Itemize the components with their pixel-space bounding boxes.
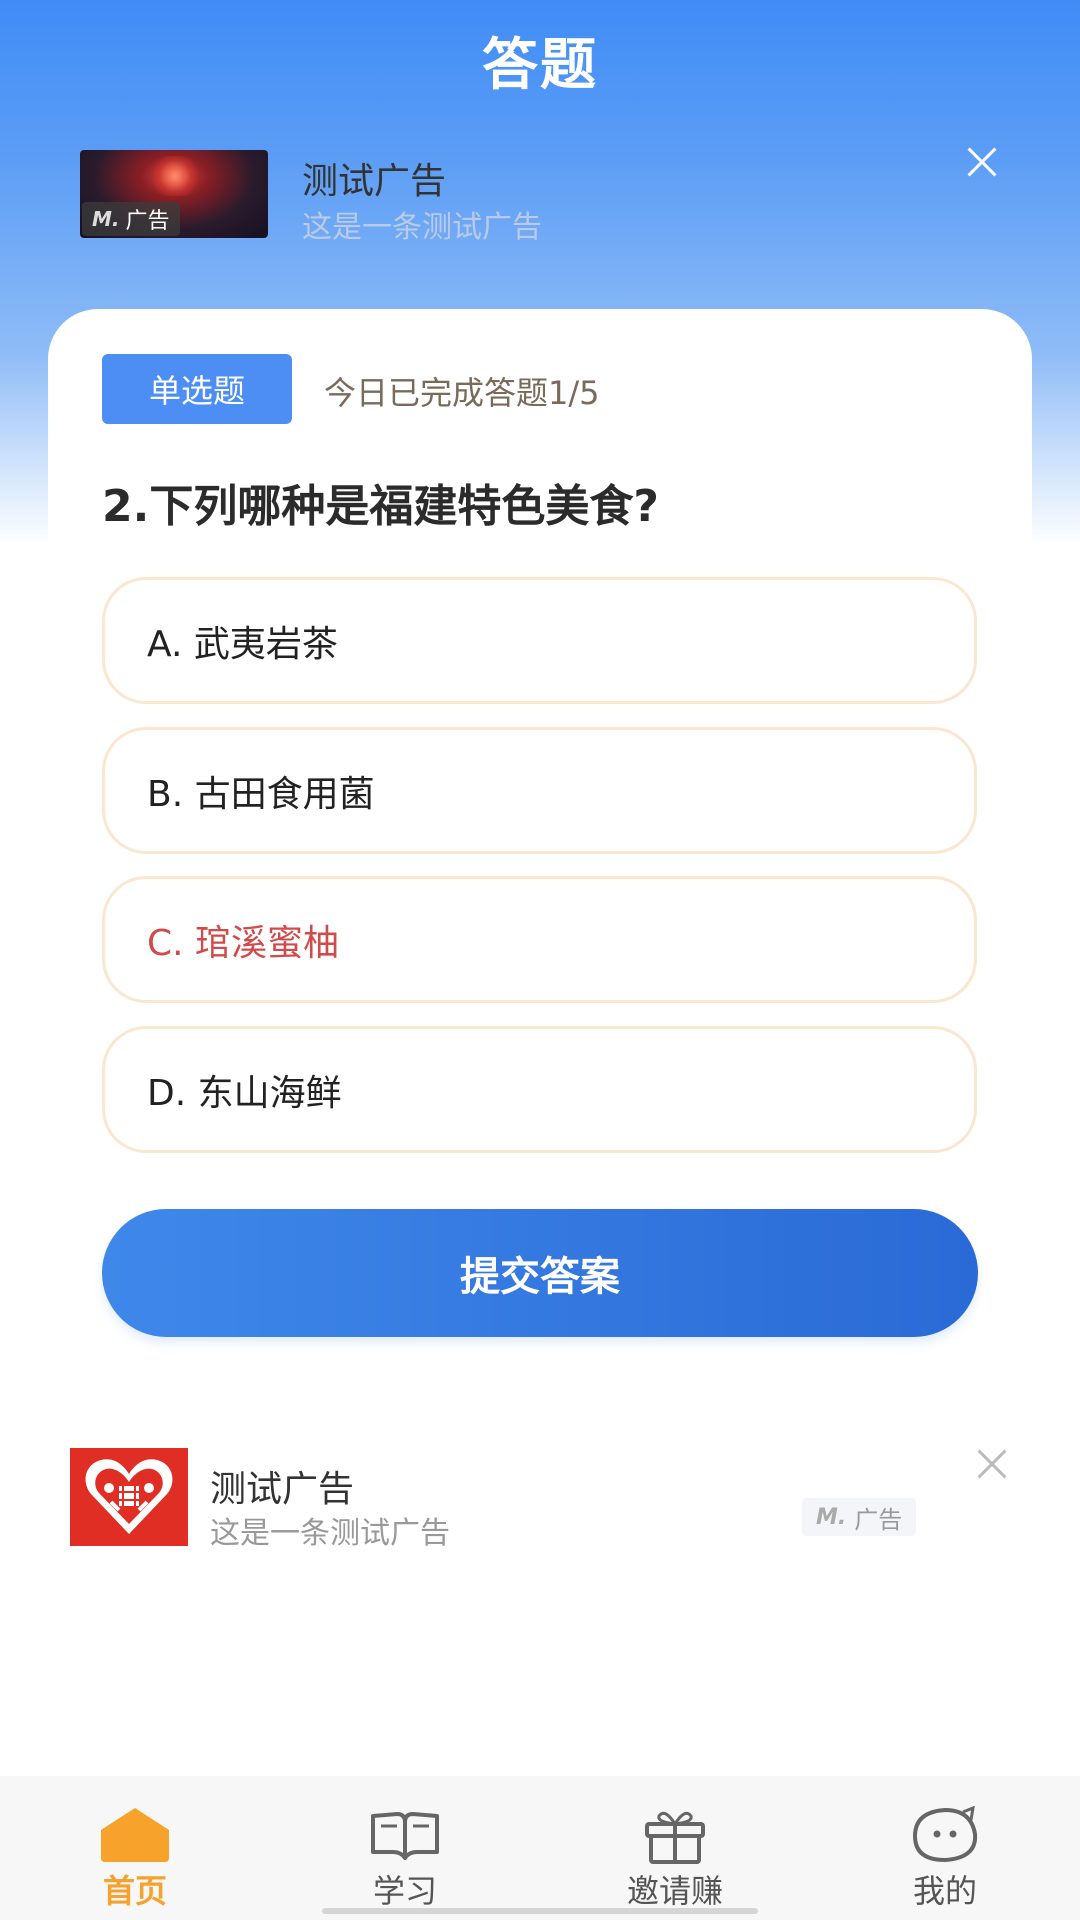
ad-title: 测试广告 [210, 1469, 355, 1510]
tab-home[interactable]: 首页 [0, 1776, 270, 1920]
ad-tag-label: 广告 [854, 1505, 903, 1534]
ad-thumbnail-image: M. 广告 [80, 150, 268, 238]
gift-icon [645, 1811, 705, 1864]
tab-label: 学习 [372, 1872, 437, 1910]
ad-tag: M. 广告 [802, 1498, 917, 1536]
tab-label: 我的 [912, 1872, 977, 1910]
profile-face-icon [912, 1806, 978, 1863]
option-c[interactable]: C. 琯溪蜜柚 [102, 876, 977, 1003]
page-title: 答题 [482, 33, 598, 98]
question-text: 2.下列哪种是福建特色美食? [102, 481, 659, 532]
tab-study[interactable]: 学习 [270, 1776, 540, 1920]
tab-invite-earn[interactable]: 邀请赚 [540, 1776, 810, 1920]
daily-progress-text: 今日已完成答题1/5 [324, 374, 600, 412]
home-icon [101, 1808, 169, 1862]
home-indicator [322, 1908, 758, 1914]
ad-app-logo-icon [70, 1448, 188, 1546]
ad-subtitle: 这是一条测试广告 [210, 1516, 450, 1551]
tab-label: 首页 [102, 1872, 167, 1910]
ad-tag: M. 广告 [82, 202, 180, 236]
ad-network-logo: M. [92, 207, 120, 231]
top-ad-banner[interactable]: M. 广告 测试广告 这是一条测试广告 [80, 150, 1020, 245]
bottom-tab-bar: 首页 学习 邀请赚 我的 [0, 1776, 1080, 1920]
close-icon[interactable] [970, 1442, 1014, 1486]
ad-network-logo: M. [816, 1504, 847, 1530]
submit-answer-button[interactable]: 提交答案 [102, 1209, 978, 1337]
ad-tag-label: 广告 [125, 209, 170, 234]
option-b[interactable]: B. 古田食用菌 [102, 727, 977, 854]
book-icon [371, 1812, 439, 1860]
bottom-ad-banner[interactable]: 测试广告 这是一条测试广告 M. 广告 [70, 1448, 1020, 1551]
tab-mine[interactable]: 我的 [810, 1776, 1080, 1920]
ad-title: 测试广告 [302, 161, 447, 202]
question-type-badge: 单选题 [102, 354, 292, 424]
close-icon[interactable] [960, 140, 1004, 184]
option-d[interactable]: D. 东山海鲜 [102, 1026, 977, 1153]
option-a[interactable]: A. 武夷岩茶 [102, 577, 977, 704]
ad-subtitle: 这是一条测试广告 [302, 210, 542, 245]
tab-label: 邀请赚 [626, 1872, 723, 1910]
